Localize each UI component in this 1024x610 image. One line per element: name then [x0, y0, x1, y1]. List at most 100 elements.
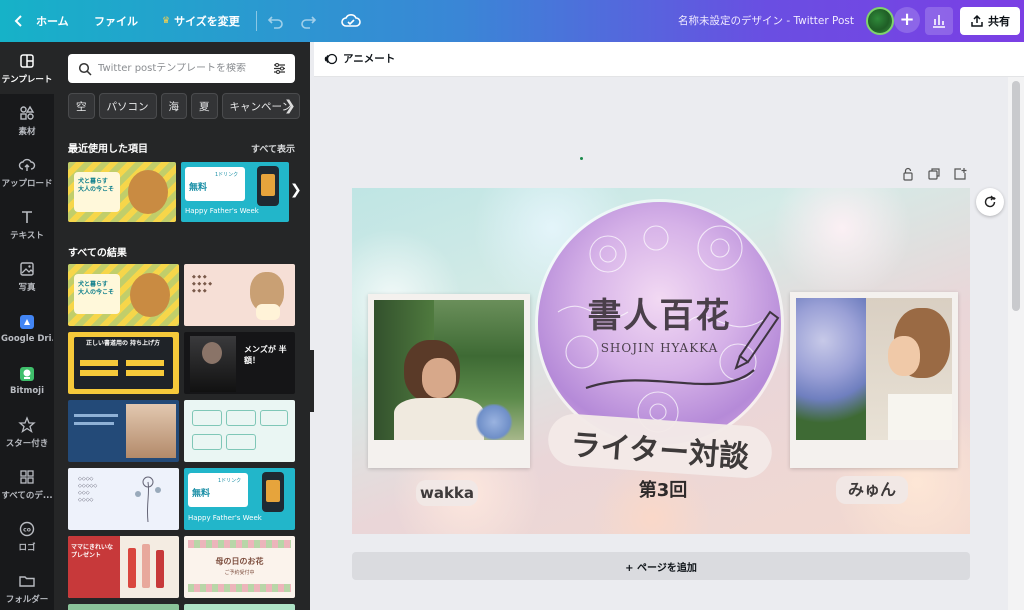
- photo-frame-left[interactable]: [368, 294, 530, 468]
- thumb-text: Happy Father's Week: [188, 514, 262, 522]
- add-collaborator-button[interactable]: +: [894, 7, 920, 33]
- chevron-right-icon[interactable]: ❯: [284, 98, 296, 114]
- undo-icon[interactable]: [266, 11, 286, 31]
- top-bar: ホーム ファイル ♛ サイズを変更 名称未設定のデザイン - Twitter P…: [0, 0, 1024, 42]
- add-page-button[interactable]: + ページを追加: [352, 552, 970, 580]
- template-thumb-fathers[interactable]: 無料 1ドリンク Happy Father's Week: [181, 162, 289, 222]
- rail-item-starred[interactable]: スター付き: [0, 406, 54, 458]
- rail-item-folders[interactable]: フォルダー: [0, 562, 54, 610]
- refresh-icon: [984, 195, 996, 208]
- lock-icon[interactable]: [900, 166, 916, 182]
- upload-icon: [18, 158, 36, 171]
- scroll-thumb[interactable]: [1012, 81, 1020, 311]
- template-thumb-partial[interactable]: [68, 604, 179, 610]
- episode-text[interactable]: 第3回: [628, 476, 698, 502]
- design-canvas[interactable]: 書人百花 SHOJIN HYAKKA ライター対談 第3回 wakka みゅん: [352, 188, 970, 534]
- rail-item-templates[interactable]: テンプレート: [0, 42, 54, 94]
- avatar[interactable]: [866, 7, 894, 35]
- rail-label: アップロード: [1, 178, 53, 189]
- chip-keyword[interactable]: 海: [160, 93, 187, 119]
- thumb-text: 無料: [192, 489, 211, 499]
- bitmoji-icon: [20, 366, 34, 381]
- keyword-chips: 空 パソコン 海 夏 キャンペーン: [68, 93, 300, 119]
- template-thumb-fathers[interactable]: 無料 1ドリンク Happy Father's Week: [184, 468, 295, 530]
- duplicate-icon[interactable]: [926, 166, 942, 182]
- photo-left: [374, 300, 524, 440]
- template-thumb-mens[interactable]: メンズが 半額！: [184, 332, 295, 394]
- add-page-icon[interactable]: [952, 166, 968, 182]
- star-icon: [18, 415, 36, 433]
- chip-keyword[interactable]: 夏: [191, 93, 218, 119]
- template-thumb-red-gift[interactable]: ママにきれいな プレゼント: [68, 536, 179, 598]
- template-panel: 空 パソコン 海 夏 キャンペーン ❯ 最近使用した項目 すべて表示 犬と暮らす…: [54, 42, 310, 610]
- thumb-text: 1ドリンク: [215, 172, 239, 178]
- rail-label: すべてのデ...: [1, 490, 53, 501]
- template-thumb-puppy[interactable]: ◆ ◆ ◆ ◆ ◆ ◆ ◆ ◆ ◆ ◆: [184, 264, 295, 326]
- rail-item-elements[interactable]: 素材: [0, 94, 54, 146]
- name-tag-right[interactable]: みゅん: [836, 476, 908, 504]
- name-tag-left[interactable]: wakka: [416, 480, 478, 506]
- template-thumb-yellow[interactable]: 正しい書道用の 持ち上げ方: [68, 332, 179, 394]
- rail-label: Bitmoji: [10, 385, 44, 396]
- pen-swash: [585, 310, 780, 390]
- filter-icon[interactable]: [272, 61, 287, 76]
- thumb-text: ご予約受付中: [224, 570, 255, 576]
- thumb-text: 1ドリンク: [218, 478, 242, 484]
- left-rail: テンプレート 素材 アップロード テキスト 写真 Google Dri... B…: [0, 42, 54, 610]
- redo-icon[interactable]: [298, 11, 318, 31]
- template-thumb-poem[interactable]: ◇◇◇◇ ◇◇◇◇◇ ◇◇◇ ◇◇◇◇: [68, 468, 179, 530]
- share-button[interactable]: 共有: [960, 7, 1020, 35]
- animate-button[interactable]: アニメート: [324, 51, 395, 66]
- rail-item-google-drive[interactable]: Google Dri...: [0, 302, 54, 354]
- home-button[interactable]: ホーム: [12, 0, 69, 42]
- chip-keyword[interactable]: 空: [68, 93, 95, 119]
- animate-icon: [324, 53, 338, 64]
- rail-item-text[interactable]: テキスト: [0, 198, 54, 250]
- template-thumb-partial[interactable]: [184, 604, 295, 610]
- file-menu-button[interactable]: ファイル: [94, 0, 138, 42]
- template-thumb-dog[interactable]: 犬と暮らす 大人の今こそ: [68, 162, 176, 222]
- rail-item-photos[interactable]: 写真: [0, 250, 54, 302]
- search-input[interactable]: [98, 63, 266, 74]
- template-thumb-study[interactable]: [68, 400, 179, 462]
- rail-label: Google Dri...: [1, 333, 53, 344]
- crown-icon: ♛: [162, 16, 171, 26]
- rail-item-bitmoji[interactable]: Bitmoji: [0, 354, 54, 406]
- refresh-button[interactable]: [976, 188, 1004, 216]
- rail-item-all-designs[interactable]: すべてのデ...: [0, 458, 54, 510]
- divider: [256, 11, 257, 31]
- grid-icon: [20, 469, 34, 484]
- dog-photo: [128, 170, 168, 214]
- chevron-right-icon[interactable]: ❯: [290, 182, 302, 198]
- rail-label: スター付き: [5, 438, 49, 449]
- template-icon: [20, 53, 34, 68]
- vertical-scrollbar[interactable]: [1008, 77, 1024, 610]
- photo-frame-right[interactable]: [790, 292, 958, 468]
- insights-button[interactable]: [925, 7, 953, 35]
- see-all-link[interactable]: すべて表示: [251, 142, 295, 155]
- document-title[interactable]: 名称未設定のデザイン - Twitter Post: [678, 0, 854, 42]
- template-search[interactable]: [68, 54, 295, 83]
- animate-label: アニメート: [343, 53, 396, 65]
- thumb-text: 無料: [189, 183, 208, 193]
- resize-button[interactable]: ♛ サイズを変更: [162, 0, 240, 42]
- template-thumb-dog[interactable]: 犬と暮らす 大人の今こそ: [68, 264, 179, 326]
- rail-item-uploads[interactable]: アップロード: [0, 146, 54, 198]
- rail-item-logo[interactable]: co ロゴ: [0, 510, 54, 562]
- thumb-text: ママにきれいな プレゼント: [71, 544, 114, 559]
- cloud-saved-icon[interactable]: [340, 10, 362, 32]
- file-label: ファイル: [94, 15, 138, 28]
- share-upload-icon: [971, 14, 983, 27]
- thumb-text: Happy Father's Week: [185, 207, 259, 215]
- results-title: すべての結果: [68, 248, 127, 259]
- chip-keyword[interactable]: パソコン: [98, 93, 157, 119]
- template-thumb-flow[interactable]: [184, 400, 295, 462]
- selection-dot: [580, 157, 583, 160]
- rail-label: ロゴ: [18, 542, 36, 553]
- rail-label: テキスト: [10, 230, 44, 241]
- thumb-text: メンズが 半額！: [244, 345, 287, 365]
- template-thumb-mothers-day[interactable]: 母の日のお花 ご予約受付中: [184, 536, 295, 598]
- thumb-text: 母の日のお花: [215, 557, 264, 566]
- thumb-text: 正しい書道用の 持ち上げ方: [85, 340, 161, 347]
- chevron-left-icon: [14, 15, 22, 27]
